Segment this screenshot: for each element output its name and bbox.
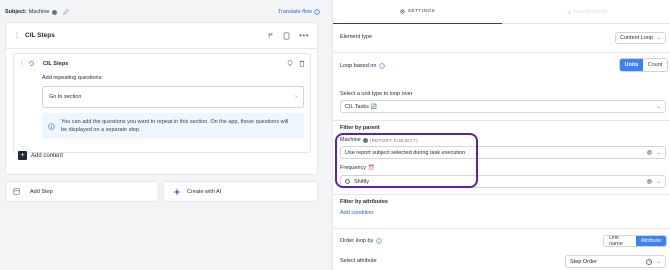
machine-label: Machine <box>340 137 361 143</box>
go-to-section-label: Go to section <box>49 94 82 100</box>
sparkle-icon <box>173 187 181 196</box>
step-title: CIL Steps <box>25 32 55 39</box>
subject-info-icon <box>51 9 57 15</box>
builder-panel: Subject: Machine Translate flow ⋮ CIL St… <box>0 0 332 270</box>
add-step-label: Add Step <box>30 188 53 195</box>
tab-navigation[interactable]: NAVIGATION <box>502 0 670 24</box>
machine-filter-label-row: Machine (REPORT SUBJECT) <box>340 137 418 143</box>
info-circle-icon <box>48 122 55 130</box>
plus-icon: + <box>18 151 27 160</box>
select-attribute-dropdown[interactable]: Step Order × ⌄ <box>565 255 666 268</box>
loop-option-units[interactable]: Units <box>620 59 643 71</box>
subject-header: Subject: Machine <box>5 9 69 15</box>
order-loop-toggle: Unit name Attribute <box>603 235 667 247</box>
select-attribute-label: Select attribute <box>340 258 377 264</box>
filter-parent-label: Filter by parent <box>340 125 380 131</box>
create-with-ai-label: Create with AI <box>187 188 222 195</box>
clear-icon[interactable]: × <box>646 258 653 265</box>
branch-icon[interactable] <box>267 32 274 39</box>
info-text-line-2: be displayed on a separate step. <box>61 127 141 133</box>
step-card-header: ⋮ CIL Steps ••• <box>6 23 317 49</box>
translate-flow-link[interactable]: Translate flow <box>278 9 320 15</box>
unit-type-emoji: 🔄 <box>370 103 378 110</box>
translate-flow-label: Translate flow <box>278 9 313 15</box>
frequency-label-row: Frequency ⏰ <box>340 165 374 171</box>
add-repeating-label: Add repeating questions: <box>42 75 103 81</box>
add-step-icon <box>13 188 20 195</box>
loop-based-on-row: Loop based on <box>340 63 386 69</box>
order-option-attribute[interactable]: Attribute <box>636 236 666 246</box>
loop-based-toggle: Units Count <box>619 58 668 72</box>
element-type-label: Element type <box>340 34 373 40</box>
divider <box>333 120 670 121</box>
loop-based-label: Loop based on <box>340 63 377 69</box>
divider <box>333 228 670 229</box>
edit-pencil-icon[interactable] <box>62 9 69 15</box>
chevron-right-icon: › <box>295 94 297 100</box>
tag-chip-icon <box>345 179 350 184</box>
divider <box>333 194 670 195</box>
info-circle-icon[interactable] <box>376 238 383 244</box>
clear-icon[interactable]: × <box>647 150 653 155</box>
tab-settings-label: SETTINGS <box>407 9 436 14</box>
chevron-down-icon: ⌄ <box>656 178 661 185</box>
unit-type-value: CIL Tasks <box>345 103 369 110</box>
gear-icon <box>400 9 405 14</box>
substep-header: ⋮ CIL Steps <box>14 54 310 67</box>
substep-block: ⋮ CIL Steps Add repeating questions: Go … <box>13 53 311 153</box>
add-condition-link[interactable]: Add condition <box>340 210 373 216</box>
machine-info-icon <box>362 137 368 143</box>
info-circle-icon[interactable] <box>379 63 386 69</box>
order-loop-label: Order loop by <box>340 238 374 244</box>
report-subject-tag: (REPORT SUBJECT) <box>369 137 418 143</box>
info-circle-icon <box>314 9 320 15</box>
step-card: ⋮ CIL Steps ••• ⋮ CIL Steps Add repeatin… <box>5 22 318 175</box>
frequency-emoji: ⏰ <box>368 165 375 171</box>
frequency-select[interactable]: Shiftly × ⌄ <box>340 175 666 188</box>
tab-navigation-label: NAVIGATION <box>574 9 607 15</box>
navigation-icon <box>566 10 571 14</box>
order-loop-row: Order loop by <box>340 238 383 244</box>
add-content-label: Add content <box>31 152 64 159</box>
loop-icon <box>28 60 35 67</box>
info-banner: You can add the questions you want to re… <box>42 113 304 139</box>
frequency-value: Shiftly <box>354 178 369 185</box>
clear-icon[interactable]: × <box>647 179 653 184</box>
tab-bar: SETTINGS NAVIGATION <box>333 0 670 24</box>
drag-handle-icon[interactable]: ⋮ <box>19 60 25 67</box>
unit-type-select[interactable]: CIL Tasks 🔄 ⌄ <box>340 100 666 113</box>
order-option-unit-name[interactable]: Unit name <box>604 236 636 246</box>
more-options-icon[interactable]: ••• <box>299 31 309 40</box>
drag-handle-icon[interactable]: ⋮ <box>14 32 20 39</box>
document-icon[interactable] <box>283 32 290 40</box>
tab-settings[interactable]: SETTINGS <box>333 0 502 24</box>
select-attribute-value: Step Order <box>570 258 597 265</box>
create-with-ai-button[interactable]: Create with AI <box>163 181 318 202</box>
frequency-label: Frequency <box>340 165 366 171</box>
chevron-down-icon: ⌄ <box>656 149 661 156</box>
chevron-down-icon: ⌄ <box>656 35 661 41</box>
chevron-down-icon: ⌄ <box>656 258 661 265</box>
go-to-section-button[interactable]: Go to section › <box>42 86 304 108</box>
substep-title: CIL Steps <box>43 60 69 67</box>
chevron-down-icon: ⌄ <box>656 103 661 110</box>
filter-attributes-label: Filter by attributes <box>340 199 388 205</box>
divider <box>333 52 670 53</box>
loop-option-count[interactable]: Count <box>643 59 667 71</box>
subject-label: Subject: <box>5 9 27 15</box>
add-content-button[interactable]: + Add content <box>18 151 63 160</box>
element-type-value: Content Loop <box>620 35 654 41</box>
lightbulb-icon[interactable] <box>287 60 293 67</box>
trash-icon[interactable] <box>299 60 305 67</box>
add-step-button[interactable]: Add Step <box>5 181 159 202</box>
properties-panel: SETTINGS NAVIGATION Element type Content… <box>332 0 670 270</box>
element-type-select[interactable]: Content Loop ⌄ <box>615 32 666 44</box>
unit-type-label: Select a unit type to loop over <box>340 91 413 97</box>
machine-filter-select[interactable]: Use report subject selected during task … <box>340 146 666 159</box>
subject-value: Machine <box>28 9 50 15</box>
info-text-line-1: You can add the questions you want to re… <box>61 119 289 125</box>
machine-filter-value: Use report subject selected during task … <box>345 149 466 156</box>
